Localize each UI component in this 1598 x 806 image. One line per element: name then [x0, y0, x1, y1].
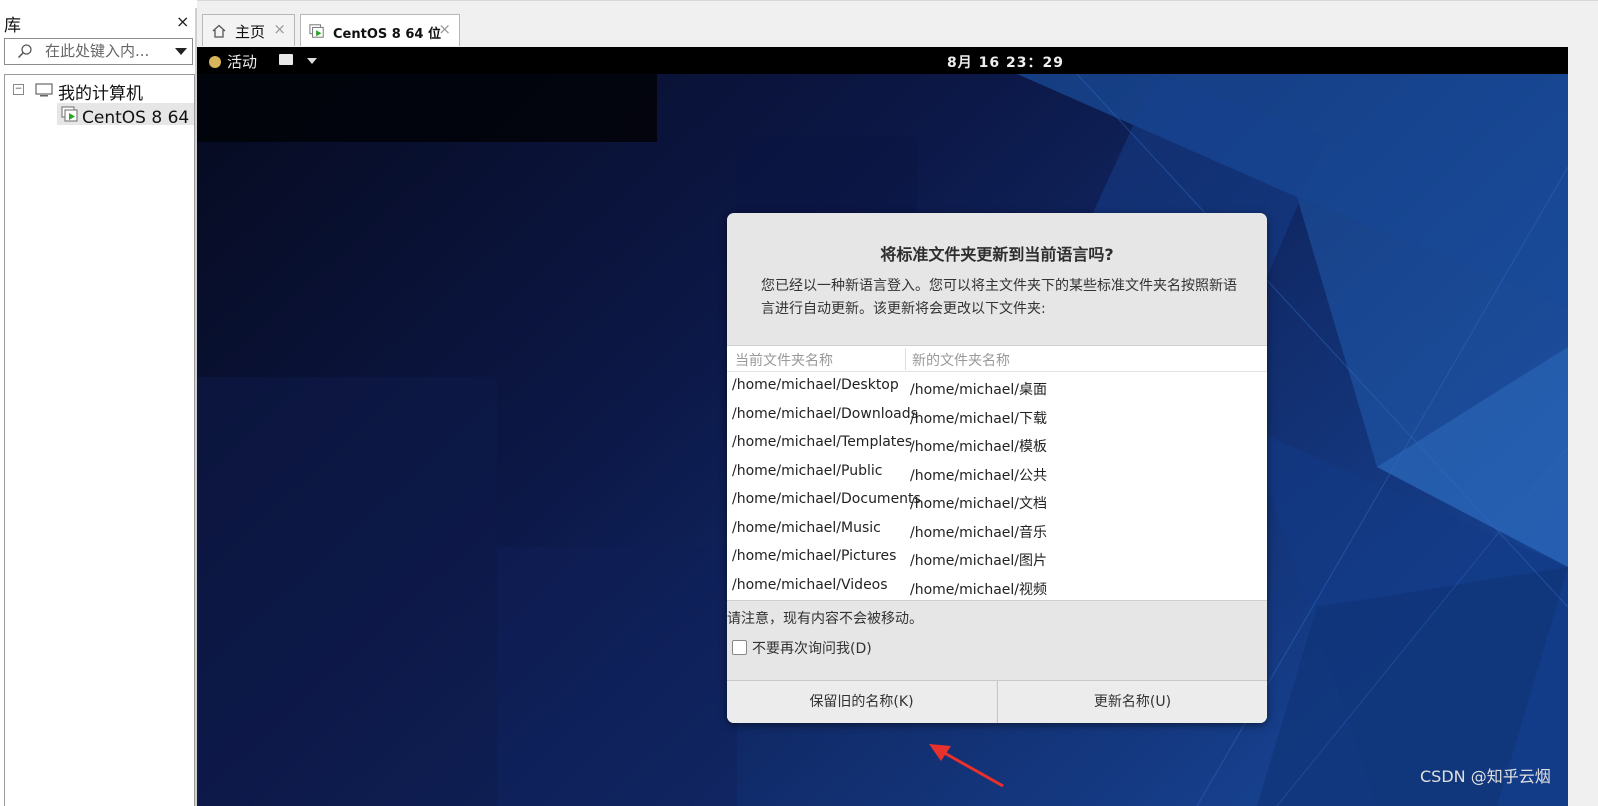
table-row[interactable]: /home/michael/Videos/home/michael/视频: [727, 574, 1267, 603]
current-folder: /home/michael/Templates: [732, 434, 913, 450]
search-icon: [17, 44, 32, 59]
library-search[interactable]: [4, 38, 193, 65]
tab-centos[interactable]: CentOS 8 64 位 ×: [300, 14, 460, 46]
vm-side-strip: [1568, 47, 1598, 806]
dialog-button-row: 保留旧的名称(K) 更新名称(U): [727, 680, 1267, 723]
new-folder: /home/michael/下载: [910, 410, 1048, 427]
new-folder: /home/michael/公共: [910, 467, 1048, 484]
vm-display[interactable]: 活动 8月 16 23：29 将标准文件夹更新到当前语言吗? 您已经以一种新语言…: [197, 47, 1568, 806]
current-folder: /home/michael/Documents: [732, 491, 921, 507]
tree-vm-label: CentOS 8 64 位: [82, 108, 194, 128]
dialog-message: 您已经以一种新语言登入。您可以将主文件夹下的某些标准文件夹名按照新语言进行自动更…: [761, 278, 1237, 317]
table-row[interactable]: /home/michael/Downloads/home/michael/下载: [727, 403, 1267, 432]
current-folder: /home/michael/Music: [732, 519, 881, 536]
activities-button[interactable]: 活动: [209, 51, 257, 72]
current-folder: /home/michael/Public: [732, 462, 883, 479]
new-folder: /home/michael/音乐: [910, 524, 1048, 541]
dont-ask-again-checkbox[interactable]: 不要再次询问我(D): [732, 638, 872, 658]
dialog-note: 请注意，现有内容不会被移动。: [727, 611, 923, 627]
tab-centos-label: CentOS 8 64 位: [333, 27, 441, 42]
tab-home[interactable]: 主页 ×: [202, 14, 295, 46]
vm-icon: [309, 24, 324, 38]
activities-icon: [209, 56, 221, 68]
table-row[interactable]: /home/michael/Desktop/home/michael/桌面: [727, 374, 1267, 403]
table-row[interactable]: /home/michael/Public/home/michael/公共: [727, 460, 1267, 489]
tree-item-centos-vm[interactable]: CentOS 8 64 位: [57, 103, 194, 128]
annotation-arrow-icon: [929, 744, 1004, 788]
new-folder: /home/michael/图片: [910, 553, 1048, 569]
table-row[interactable]: /home/michael/Pictures/home/michael/图片: [727, 545, 1267, 574]
library-tree: − 我的计算机 CentOS 8 64 位: [4, 74, 195, 806]
gnome-top-bar: 活动 8月 16 23：29: [197, 47, 1568, 74]
checkbox-box[interactable]: [732, 640, 747, 655]
update-folders-dialog: 将标准文件夹更新到当前语言吗? 您已经以一种新语言登入。您可以将主文件夹下的某些…: [727, 213, 1267, 723]
new-folder: /home/michael/桌面: [910, 382, 1048, 398]
tab-home-label: 主页: [235, 23, 266, 41]
tab-home-close-icon[interactable]: ×: [273, 20, 286, 38]
home-icon: [212, 24, 226, 38]
tree-collapse-icon[interactable]: −: [13, 84, 24, 95]
library-close-icon[interactable]: ×: [176, 12, 189, 31]
current-folder: /home/michael/Desktop: [732, 377, 899, 393]
current-folder: /home/michael/Pictures: [732, 548, 897, 564]
table-row[interactable]: /home/michael/Music/home/michael/音乐: [727, 517, 1267, 546]
folder-rows: /home/michael/Desktop/home/michael/桌面 /h…: [727, 374, 1267, 602]
library-title: 库: [4, 16, 21, 36]
dialog-title: 将标准文件夹更新到当前语言吗?: [880, 245, 1114, 264]
new-folder: /home/michael/文档: [910, 496, 1048, 512]
column-header-new[interactable]: 新的文件夹名称: [912, 350, 1010, 370]
computer-icon: [35, 83, 53, 97]
keep-old-names-button[interactable]: 保留旧的名称(K): [727, 681, 996, 723]
header-divider: [727, 371, 1267, 372]
library-header: 库 ×: [0, 8, 195, 36]
current-folder: /home/michael/Videos: [732, 576, 888, 593]
folder-table: 当前文件夹名称 新的文件夹名称 /home/michael/Desktop/ho…: [727, 345, 1267, 601]
table-row[interactable]: /home/michael/Documents/home/michael/文档: [727, 488, 1267, 517]
watermark: CSDN @知乎云烟: [1420, 767, 1551, 786]
new-folder: /home/michael/视频: [910, 581, 1048, 598]
input-method-dropdown-icon[interactable]: [307, 58, 317, 64]
current-folder: /home/michael/Downloads: [732, 405, 918, 422]
tree-item-my-computer[interactable]: 我的计算机: [58, 79, 143, 104]
tab-centos-close-icon[interactable]: ×: [438, 20, 451, 38]
vm-icon: [61, 106, 78, 122]
search-dropdown-icon[interactable]: [175, 48, 187, 55]
library-search-input[interactable]: [45, 42, 165, 60]
column-header-current[interactable]: 当前文件夹名称: [735, 350, 833, 370]
column-separator: [905, 348, 906, 370]
clock[interactable]: 8月 16 23：29: [947, 52, 1064, 72]
update-names-button[interactable]: 更新名称(U): [998, 681, 1267, 723]
checkbox-label: 不要再次询问我(D): [752, 641, 872, 657]
table-row[interactable]: /home/michael/Templates/home/michael/模板: [727, 431, 1267, 460]
new-folder: /home/michael/模板: [910, 439, 1048, 455]
activities-label: 活动: [227, 53, 258, 71]
input-method-icon[interactable]: [279, 54, 293, 65]
